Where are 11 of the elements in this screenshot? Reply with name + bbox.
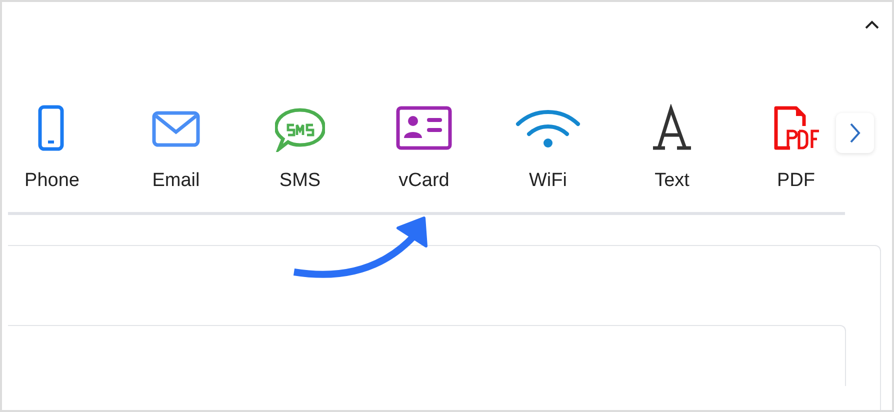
type-tab[interactable]: Text [654, 170, 690, 192]
type-tab[interactable]: WiFi [529, 170, 567, 192]
type-tab[interactable]: SMS [279, 170, 321, 192]
type-tab[interactable]: PDF [777, 170, 815, 192]
chevron-right-icon [849, 122, 861, 144]
collapse-caret-icon[interactable] [864, 20, 880, 30]
type-tab[interactable]: Phone [24, 170, 80, 192]
type-tab[interactable]: Email [152, 170, 200, 192]
next-button[interactable] [836, 113, 874, 153]
contact-card-icon [396, 104, 452, 152]
type-tab[interactable]: vCard [398, 170, 450, 192]
